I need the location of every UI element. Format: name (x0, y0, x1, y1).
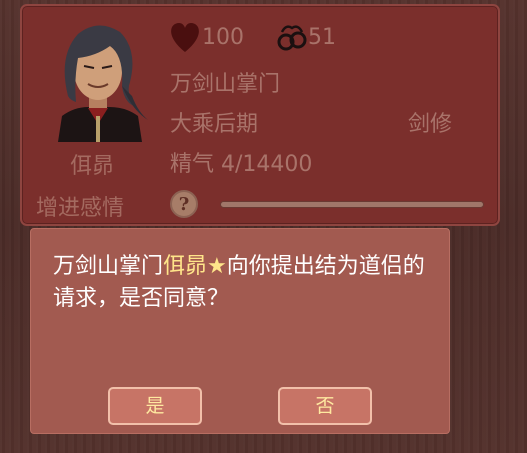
star-icon: ★ (207, 254, 227, 279)
dialog-message: 万剑山掌门佴昴★向你提出结为道侣的请求，是否同意？ (53, 251, 433, 315)
heart-icon (171, 23, 199, 52)
character-name: 佴昴 (70, 154, 115, 179)
bond-progress-bar (220, 201, 484, 208)
energy-value: 4/14400 (221, 152, 313, 177)
ring-icon (277, 25, 307, 51)
no-button[interactable]: 否 (278, 387, 372, 425)
proposal-dialog: 万剑山掌门佴昴★向你提出结为道侣的请求，是否同意？ 是 否 (30, 228, 450, 434)
help-button[interactable]: ? (170, 190, 198, 218)
character-portrait (58, 25, 148, 142)
ring-value: 51 (308, 24, 336, 50)
hp-stat: 100 (168, 22, 244, 52)
character-card: 佴昴 100 51 万剑山掌门 大乘后期 剑修 精气 4/14400 增进感情 … (20, 4, 500, 226)
yes-button[interactable]: 是 (108, 387, 202, 425)
dialog-prefix: 万剑山掌门 (53, 254, 164, 279)
energy-label: 精气 (170, 152, 215, 177)
hp-value: 100 (202, 24, 244, 50)
character-rank: 大乘后期 (170, 112, 259, 137)
character-title: 万剑山掌门 (170, 72, 281, 97)
character-class: 剑修 (408, 112, 453, 137)
energy-stat: 精气 4/14400 (170, 146, 312, 178)
dialog-character-name: 佴昴 (163, 254, 208, 279)
bond-label: 增进感情 (36, 196, 125, 221)
ring-stat: 51 (276, 22, 336, 52)
